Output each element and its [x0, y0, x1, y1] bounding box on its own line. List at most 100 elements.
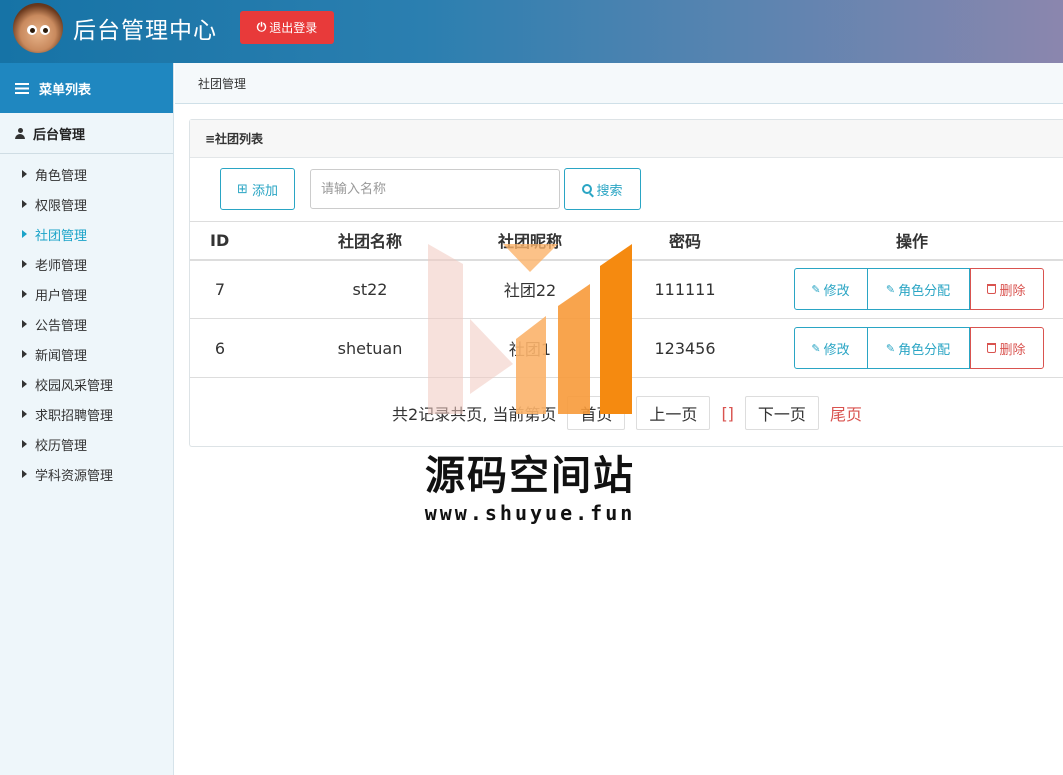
- delete-label: 删除: [999, 283, 1026, 299]
- last-page-link[interactable]: 尾页: [830, 401, 862, 425]
- edit-button[interactable]: ✎ 修改: [793, 327, 868, 369]
- delete-label: 删除: [999, 342, 1026, 358]
- menu-header: 菜单列表: [0, 63, 173, 113]
- caret-right-icon: [22, 260, 27, 268]
- delete-button[interactable]: 删除: [969, 327, 1044, 369]
- pagination: 共2记录共页, 当前第页 首页 上一页 [] 下一页 尾页: [190, 396, 1063, 430]
- caret-right-icon: [22, 350, 27, 358]
- sidebar-item-label: 学科资源管理: [35, 468, 114, 484]
- logout-button[interactable]: ⏻ 退出登录: [240, 11, 334, 44]
- sidebar-item-resources[interactable]: 学科资源管理: [0, 459, 173, 489]
- sidebar-item-label: 社团管理: [35, 228, 88, 244]
- sidebar-item-user[interactable]: 用户管理: [0, 279, 173, 309]
- trash-icon: [987, 343, 997, 353]
- logout-label: 退出登录: [269, 21, 318, 35]
- caret-right-icon: [22, 170, 27, 178]
- user-icon: [15, 127, 25, 139]
- caret-right-icon: [22, 290, 27, 298]
- sidebar-item-news[interactable]: 新闻管理: [0, 339, 173, 369]
- header-nickname: 社团昵称: [450, 221, 610, 261]
- sidebar-item-label: 校园风采管理: [35, 378, 114, 394]
- caret-right-icon: [22, 380, 27, 388]
- table-row: 7 st22 社团22 111111 ✎ 修改 ✎ 角色分配 删除: [190, 259, 1063, 319]
- sidebar-item-label: 公告管理: [35, 318, 88, 334]
- assign-role-button[interactable]: ✎ 角色分配: [867, 327, 970, 369]
- edit-label: 修改: [823, 342, 850, 358]
- cell-password: 111111: [610, 259, 760, 319]
- sidebar-item-permission[interactable]: 权限管理: [0, 189, 173, 219]
- sidebar-item-teacher[interactable]: 老师管理: [0, 249, 173, 279]
- next-page-button[interactable]: 下一页: [744, 396, 819, 430]
- edit-icon: ✎: [811, 282, 821, 296]
- cell-nickname: 社团1: [450, 318, 610, 378]
- assign-label: 角色分配: [898, 283, 951, 299]
- search-label: 搜索: [596, 183, 623, 199]
- search-button[interactable]: 搜索: [564, 168, 641, 210]
- assign-role-button[interactable]: ✎ 角色分配: [867, 268, 970, 311]
- cell-actions: ✎ 修改 ✎ 角色分配 删除: [760, 318, 1063, 378]
- add-label: 添加: [251, 183, 278, 199]
- assign-label: 角色分配: [898, 342, 951, 358]
- header-id: ID: [190, 221, 290, 261]
- cell-password: 123456: [610, 318, 760, 378]
- header-password: 密码: [610, 221, 760, 261]
- caret-right-icon: [22, 200, 27, 208]
- add-button[interactable]: ⊞ 添加: [220, 168, 295, 210]
- top-header: 后台管理中心 ⏻ 退出登录: [0, 0, 1063, 63]
- cell-id: 7: [190, 259, 290, 319]
- cell-actions: ✎ 修改 ✎ 角色分配 删除: [760, 259, 1063, 319]
- sidebar-item-label: 用户管理: [35, 288, 88, 304]
- header-actions: 操作: [760, 221, 1063, 261]
- cell-name: st22: [290, 259, 450, 319]
- sidebar-item-jobs[interactable]: 求职招聘管理: [0, 399, 173, 429]
- current-page: []: [721, 403, 734, 423]
- sidebar-item-calendar[interactable]: 校历管理: [0, 429, 173, 459]
- caret-right-icon: [22, 320, 27, 328]
- delete-button[interactable]: 删除: [969, 268, 1044, 311]
- cell-nickname: 社团22: [450, 259, 610, 319]
- menu-title: 菜单列表: [39, 82, 92, 98]
- cell-id: 6: [190, 318, 290, 378]
- sidebar-item-label: 新闻管理: [35, 348, 88, 364]
- watermark-url: www.shuyue.fun: [424, 501, 636, 525]
- edit-icon: ✎: [885, 341, 896, 355]
- panel-title: ≡社团列表: [190, 120, 1063, 158]
- search-icon: [582, 184, 593, 194]
- sidebar-item-label: 老师管理: [35, 258, 88, 274]
- prev-page-button[interactable]: 上一页: [636, 396, 711, 430]
- avatar: [13, 3, 63, 53]
- sidebar-item-role[interactable]: 角色管理: [0, 159, 173, 189]
- caret-right-icon: [22, 230, 27, 238]
- edit-icon: ✎: [811, 341, 821, 355]
- app-title: 后台管理中心: [73, 18, 217, 44]
- sidebar-item-notice[interactable]: 公告管理: [0, 309, 173, 339]
- sidebar-item-label: 角色管理: [35, 168, 88, 184]
- plus-square-icon: ⊞: [237, 181, 248, 197]
- club-table: ID 社团名称 社团昵称 密码 操作 7 st22 社团22 111111 ✎ 修…: [190, 221, 1063, 378]
- power-icon: ⏻: [256, 20, 267, 34]
- club-list-panel: ≡社团列表 ⊞ 添加 搜索 ID 社团名称 社团昵称 密码 操作 7 st22 …: [189, 119, 1063, 447]
- caret-right-icon: [22, 470, 27, 478]
- caret-right-icon: [22, 440, 27, 448]
- watermark-title: 源码空间站: [425, 453, 635, 499]
- edit-icon: ✎: [885, 282, 896, 296]
- header-name: 社团名称: [290, 221, 450, 261]
- sidebar-item-label: 校历管理: [35, 438, 88, 454]
- avatar-eye-left: [27, 25, 37, 35]
- caret-right-icon: [22, 410, 27, 418]
- first-page-button[interactable]: 首页: [567, 396, 626, 430]
- group-title-label: 后台管理: [33, 127, 86, 143]
- list-icon: [15, 82, 29, 94]
- sidebar-item-campus[interactable]: 校园风采管理: [0, 369, 173, 399]
- sidebar-item-club[interactable]: 社团管理: [0, 219, 173, 249]
- sidebar-item-label: 求职招聘管理: [35, 408, 114, 424]
- table-row: 6 shetuan 社团1 123456 ✎ 修改 ✎ 角色分配 删除: [190, 318, 1063, 378]
- avatar-eye-right: [40, 25, 50, 35]
- menu-items: 角色管理 权限管理 社团管理 老师管理 用户管理 公告管理 新闻管理 校园风采管…: [0, 154, 173, 489]
- cell-name: shetuan: [290, 318, 450, 378]
- edit-button[interactable]: ✎ 修改: [793, 268, 868, 311]
- pager-summary: 共2记录共页, 当前第页: [392, 405, 557, 424]
- search-input[interactable]: [310, 169, 560, 209]
- menu-group-title[interactable]: 后台管理: [0, 113, 173, 154]
- sidebar-item-label: 权限管理: [35, 198, 88, 214]
